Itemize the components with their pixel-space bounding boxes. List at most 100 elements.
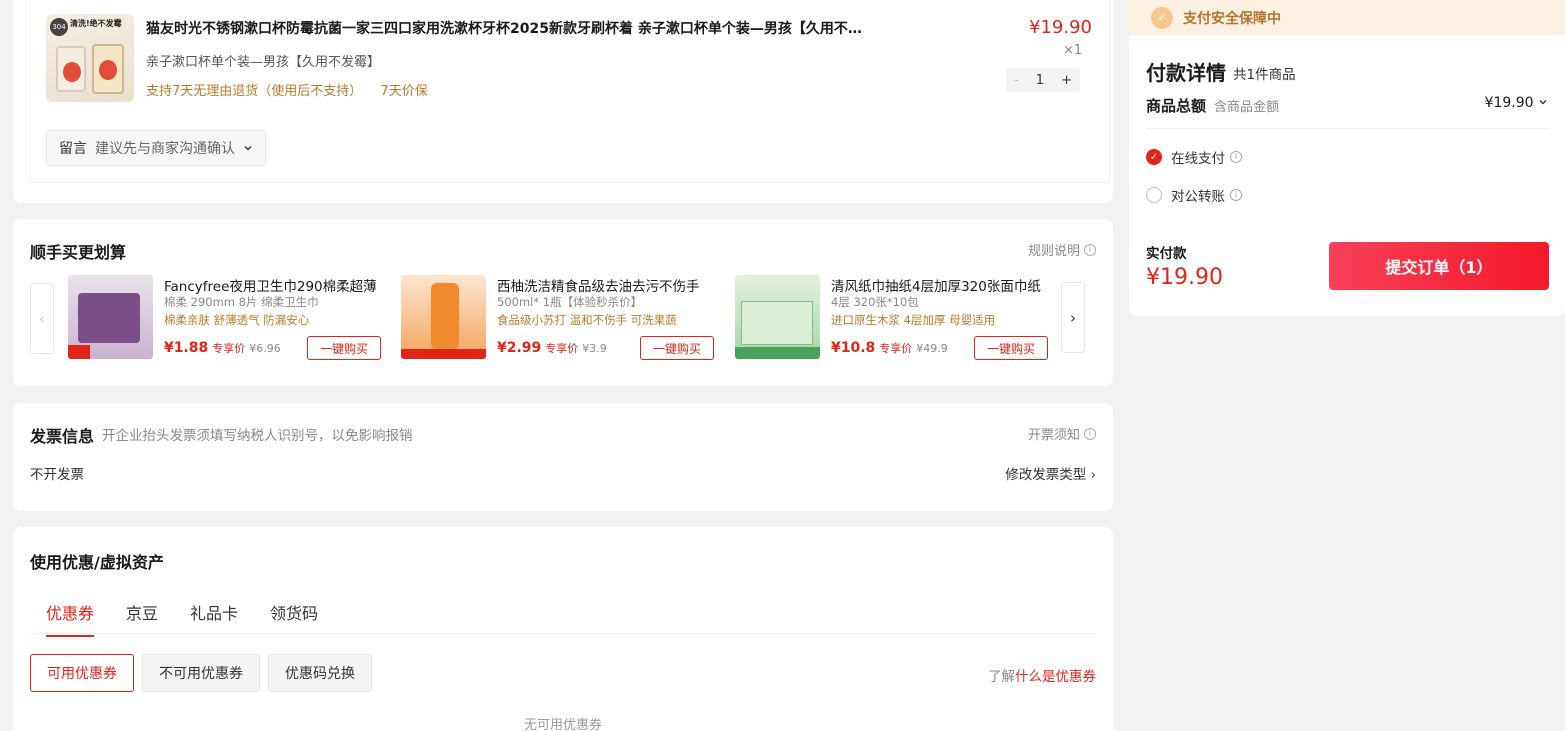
radio-unchecked-icon[interactable] — [1146, 187, 1162, 203]
addon-item-image[interactable] — [68, 275, 153, 359]
message-field[interactable]: 留言 建议先与商家沟通确认 — [46, 130, 266, 166]
chevron-down-icon[interactable] — [243, 143, 253, 153]
payment-online-label[interactable]: 在线支付 — [1171, 147, 1225, 167]
carousel-next-button[interactable]: › — [1061, 282, 1085, 353]
quick-buy-button[interactable]: 一键购买 — [307, 336, 381, 360]
invoice-title: 发票信息 — [30, 427, 95, 446]
addon-item-name[interactable]: 西柚洗洁精食品级去油去污不伤手 — [497, 275, 717, 295]
tab-coupon[interactable]: 优惠券 — [46, 600, 95, 637]
addon-item-name[interactable]: 清风纸巾抽纸4层加厚320张面巾纸 — [831, 275, 1051, 295]
quantity-value[interactable]: 1 — [1036, 73, 1044, 88]
addon-item-image[interactable] — [735, 275, 820, 359]
tab-pickup-code[interactable]: 领货码 — [270, 600, 318, 624]
addon-item-selling: 棉柔亲肤 舒薄透气 防漏安心 — [164, 313, 310, 327]
quick-buy-button[interactable]: 一键购买 — [974, 336, 1048, 360]
product-thumbnail[interactable]: 304 清洗!绝不发霉 — [46, 14, 134, 102]
tab-jingdou[interactable]: 京豆 — [126, 600, 158, 624]
thumb-badge: 304 — [50, 18, 68, 36]
addon-card: 顺手买更划算 规则说明 i ‹ › Fancyfree夜用卫生巾290棉柔超薄 … — [13, 219, 1113, 386]
addon-item-spec: 棉柔 290mm 8片 绵柔卫生巾 — [164, 295, 319, 309]
price-tag: 专享价 — [879, 342, 913, 355]
coupon-title: 使用优惠/虚拟资产 — [30, 553, 164, 572]
invoice-notice-link[interactable]: 开票须知 i — [1028, 424, 1096, 443]
payment-title: 付款详情 — [1146, 61, 1226, 85]
invoice-note: 开企业抬头发票须填写纳税人识别号，以免影响报销 — [102, 428, 413, 444]
invoice-value: 不开发票 — [30, 467, 84, 483]
product-qty: ×1 — [1063, 43, 1083, 58]
addon-title: 顺手买更划算 — [30, 243, 127, 262]
payment-panel: ✓ 支付安全保障中 付款详情 共1件商品 商品总额 含商品金额 ¥19.90 ✓… — [1129, 0, 1565, 316]
addon-item[interactable]: 西柚洗洁精食品级去油去污不伤手 500ml* 1瓶【体验秒杀价】 食品级小苏打 … — [401, 275, 719, 363]
carousel-prev-button[interactable]: ‹ — [30, 283, 54, 354]
info-icon[interactable]: i — [1084, 243, 1096, 256]
payment-transfer-label[interactable]: 对公转账 — [1171, 185, 1225, 205]
info-icon[interactable]: i — [1230, 189, 1242, 201]
total-value[interactable]: ¥19.90 — [1485, 95, 1548, 111]
addon-item-spec: 4层 320张*10包 — [831, 295, 919, 309]
coupon-card: 使用优惠/虚拟资产 优惠券 京豆 礼品卡 领货码 可用优惠券 不可用优惠券 优惠… — [13, 527, 1113, 731]
product-price: ¥19.90 — [1029, 17, 1092, 38]
rule-link[interactable]: 规则说明 i — [1028, 240, 1096, 259]
addon-item-price: ¥2.99 专享价 ¥3.9 — [497, 340, 607, 356]
actual-pay-value: ¥19.90 — [1146, 265, 1223, 290]
total-amount[interactable]: ¥19.90 — [1485, 95, 1534, 111]
service-return: 支持7天无理由退货（使用后不支持） — [146, 84, 363, 99]
increase-button[interactable]: + — [1061, 73, 1072, 88]
price-value: ¥10.8 — [831, 340, 876, 356]
product-title[interactable]: 猫友时光不锈钢漱口杯防霉抗菌一家三四口家用洗漱杯牙杯2025新款牙刷杯着 亲子漱… — [146, 18, 871, 38]
addon-item-price: ¥10.8 专享价 ¥49.9 — [831, 340, 948, 356]
shield-icon: ✓ — [1151, 6, 1173, 29]
quick-buy-button[interactable]: 一键购买 — [640, 336, 714, 360]
original-price: ¥3.9 — [582, 342, 607, 355]
quantity-stepper[interactable]: - 1 + — [1006, 68, 1080, 92]
coupon-tabs: 优惠券 京豆 礼品卡 领货码 — [30, 587, 1096, 637]
addon-item[interactable]: Fancyfree夜用卫生巾290棉柔超薄 棉柔 290mm 8片 绵柔卫生巾 … — [68, 275, 386, 363]
addon-item-spec: 500ml* 1瓶【体验秒杀价】 — [497, 295, 643, 309]
radio-checked-icon[interactable]: ✓ — [1146, 149, 1162, 165]
submit-order-button[interactable]: 提交订单（1） — [1329, 242, 1549, 290]
product-services: 支持7天无理由退货（使用后不支持） 7天价保 — [146, 80, 442, 99]
chevron-right-icon[interactable]: › — [1091, 467, 1096, 483]
payment-online[interactable]: ✓ 在线支付 i — [1146, 147, 1242, 167]
product-card: 304 清洗!绝不发霉 猫友时光不锈钢漱口杯防霉抗菌一家三四口家用洗漱杯牙杯20… — [13, 0, 1113, 203]
learn-link[interactable]: 什么是优惠券 — [1015, 669, 1096, 685]
price-tag: 专享价 — [212, 342, 246, 355]
info-icon[interactable]: i — [1230, 151, 1242, 163]
invoice-card: 发票信息 开企业抬头发票须填写纳税人识别号，以免影响报销 开票须知 i 不开发票… — [13, 403, 1113, 511]
cup-image-right — [92, 44, 124, 94]
unavailable-coupons-button[interactable]: 不可用优惠券 — [142, 654, 260, 692]
addon-item-selling: 进口原生木浆 4层加厚 母婴适用 — [831, 313, 996, 327]
learn-prefix: 了解 — [988, 669, 1015, 685]
security-text: 支付安全保障中 — [1183, 10, 1281, 27]
invoice-notice-label[interactable]: 开票须知 — [1028, 424, 1080, 443]
original-price: ¥49.9 — [916, 342, 948, 355]
addon-item[interactable]: 清风纸巾抽纸4层加厚320张面巾纸 4层 320张*10包 进口原生木浆 4层加… — [735, 275, 1053, 363]
price-tag: 专享价 — [545, 342, 579, 355]
addon-item-name[interactable]: Fancyfree夜用卫生巾290棉柔超薄 — [164, 275, 384, 295]
decrease-button[interactable]: - — [1014, 73, 1019, 88]
price-value: ¥2.99 — [497, 340, 542, 356]
original-price: ¥6.96 — [249, 342, 281, 355]
divider — [1146, 128, 1548, 129]
service-price-protect: 7天价保 — [380, 84, 428, 99]
addon-item-price: ¥1.88 专享价 ¥6.96 — [164, 340, 281, 356]
actual-pay-label: 实付款 — [1146, 246, 1187, 262]
message-label: 留言 — [59, 141, 87, 157]
modify-invoice-label[interactable]: 修改发票类型 — [1005, 467, 1086, 483]
modify-invoice-link[interactable]: 修改发票类型 › — [1005, 463, 1096, 483]
addon-item-image[interactable] — [401, 275, 486, 359]
message-placeholder[interactable]: 建议先与商家沟通确认 — [95, 138, 235, 158]
info-icon[interactable]: i — [1084, 427, 1096, 440]
total-sub-label: 含商品金额 — [1214, 100, 1280, 115]
price-value: ¥1.88 — [164, 340, 209, 356]
product-spec: 亲子漱口杯单个装—男孩【久用不发霉】 — [146, 55, 381, 70]
payment-corporate-transfer[interactable]: 对公转账 i — [1146, 185, 1242, 205]
tab-gift-card[interactable]: 礼品卡 — [190, 600, 238, 624]
cup-image-left — [56, 46, 86, 92]
chevron-down-icon[interactable] — [1538, 97, 1548, 107]
available-coupons-button[interactable]: 可用优惠券 — [30, 654, 134, 692]
rule-link-label[interactable]: 规则说明 — [1028, 240, 1080, 259]
learn-coupon-link[interactable]: 了解什么是优惠券 — [988, 665, 1096, 685]
coupon-code-redeem-button[interactable]: 优惠码兑换 — [268, 654, 372, 692]
empty-coupon-text: 无可用优惠券 — [523, 718, 602, 731]
